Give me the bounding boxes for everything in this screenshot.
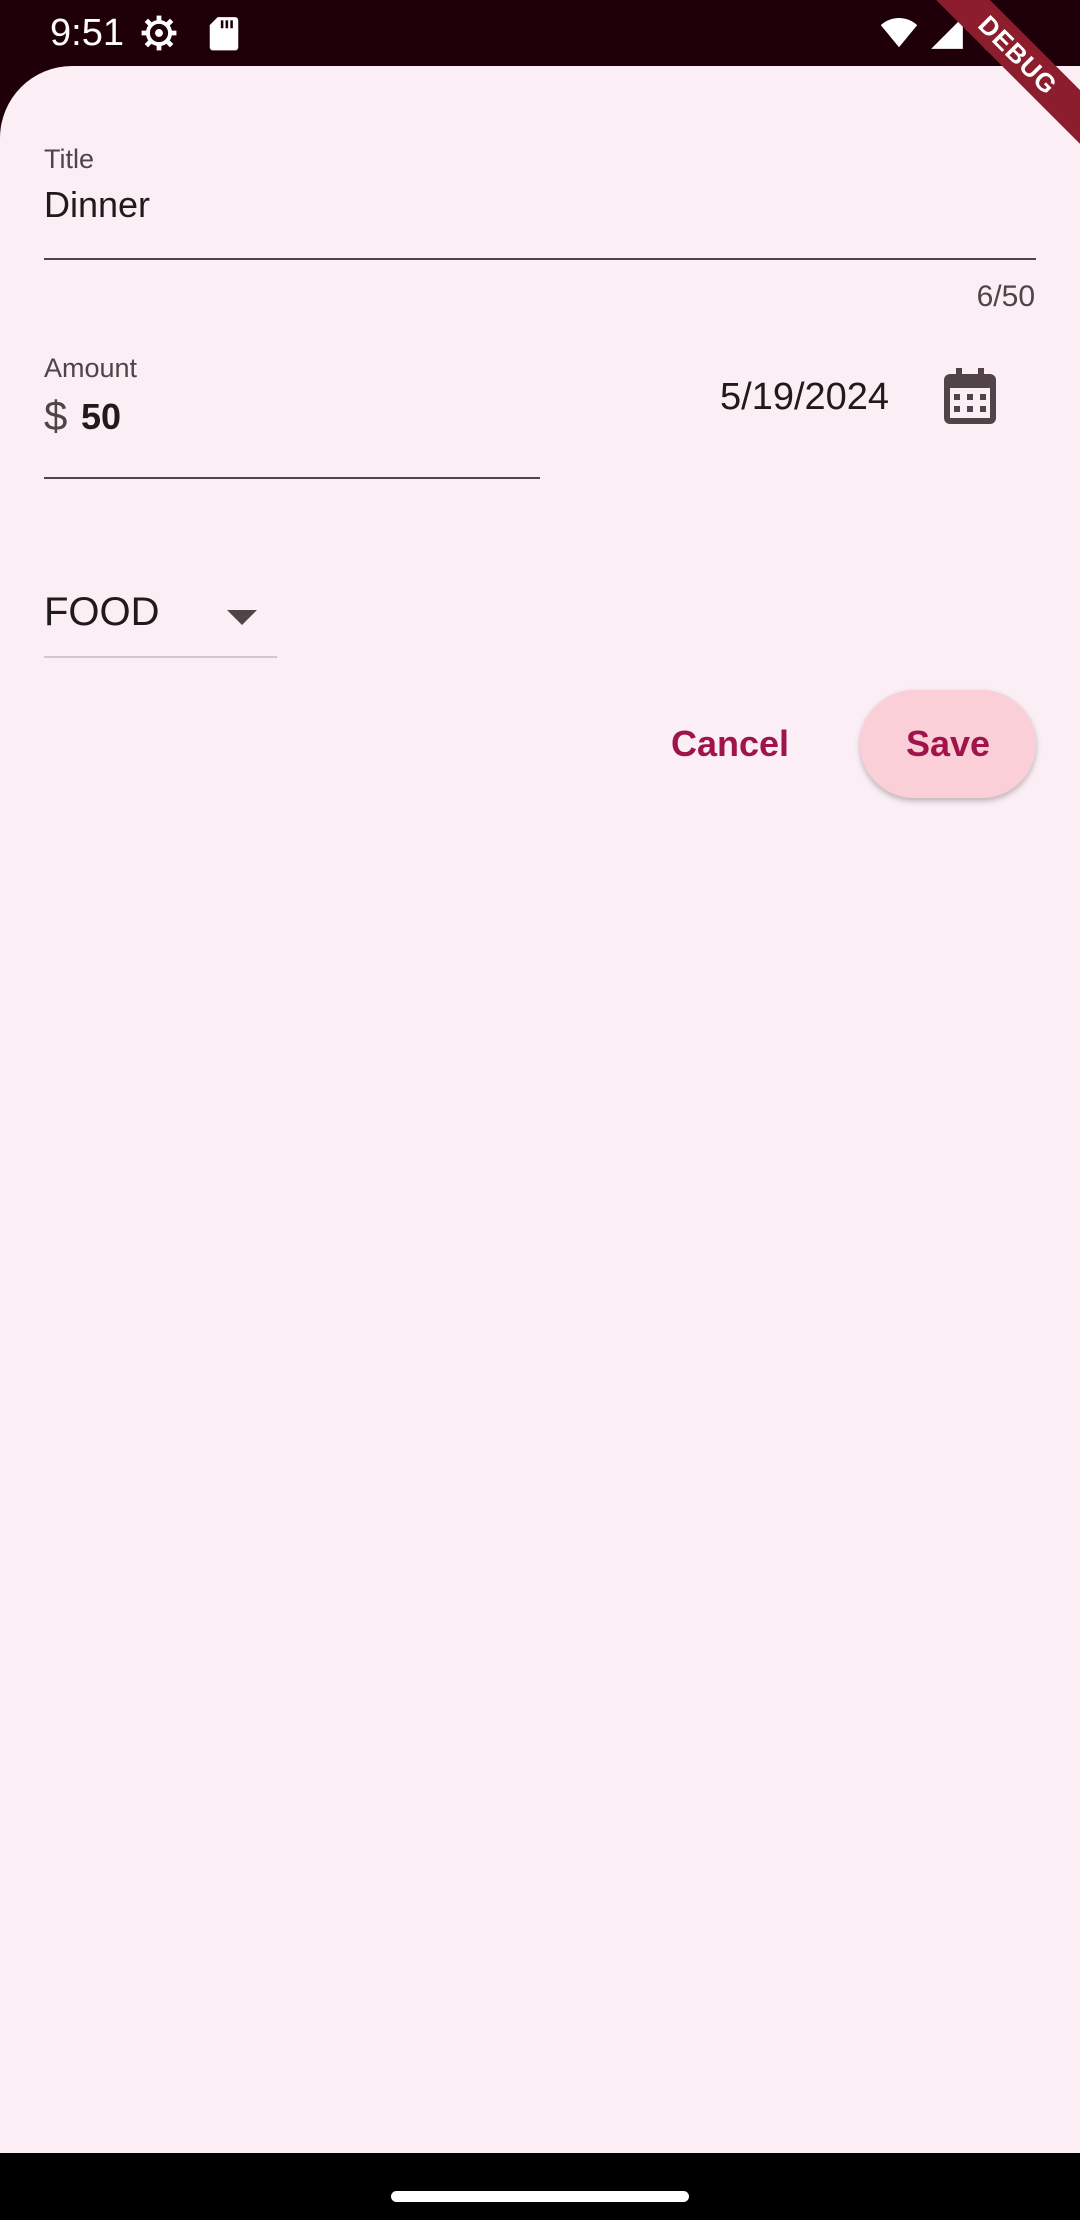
- sd-card-icon: [209, 17, 239, 51]
- app-screen: 9:51 Title Dinner 6/50 Amount $ 50 5/19/…: [0, 0, 1080, 2220]
- status-bar: 9:51: [0, 0, 1080, 66]
- navigation-bar: [0, 2153, 1080, 2220]
- expense-form-sheet: Title Dinner 6/50 Amount $ 50 5/19/2024: [0, 66, 1080, 2153]
- wifi-icon: [880, 17, 918, 48]
- dropdown-underline: [44, 656, 277, 658]
- dropdown-arrow-icon: [227, 610, 257, 625]
- settings-icon: [141, 15, 177, 51]
- selected-date: 5/19/2024: [720, 376, 890, 418]
- category-selected-value: FOOD: [44, 590, 160, 634]
- save-button[interactable]: Save: [860, 690, 1036, 798]
- amount-field-underline: [44, 477, 540, 479]
- title-field-label: Title: [44, 144, 95, 174]
- category-dropdown[interactable]: FOOD: [44, 566, 277, 658]
- title-char-counter: 6/50: [976, 280, 1035, 313]
- status-time: 9:51: [50, 12, 124, 54]
- amount-field[interactable]: 50: [81, 396, 121, 438]
- amount-prefix: $: [44, 392, 68, 439]
- amount-field-label: Amount: [44, 353, 138, 383]
- date-picker-button[interactable]: [930, 356, 1010, 436]
- calendar-icon: [944, 368, 996, 424]
- cancel-button[interactable]: Cancel: [640, 690, 820, 798]
- home-gesture-handle[interactable]: [391, 2191, 689, 2202]
- title-field[interactable]: Dinner: [44, 184, 150, 226]
- title-field-underline: [44, 258, 1036, 260]
